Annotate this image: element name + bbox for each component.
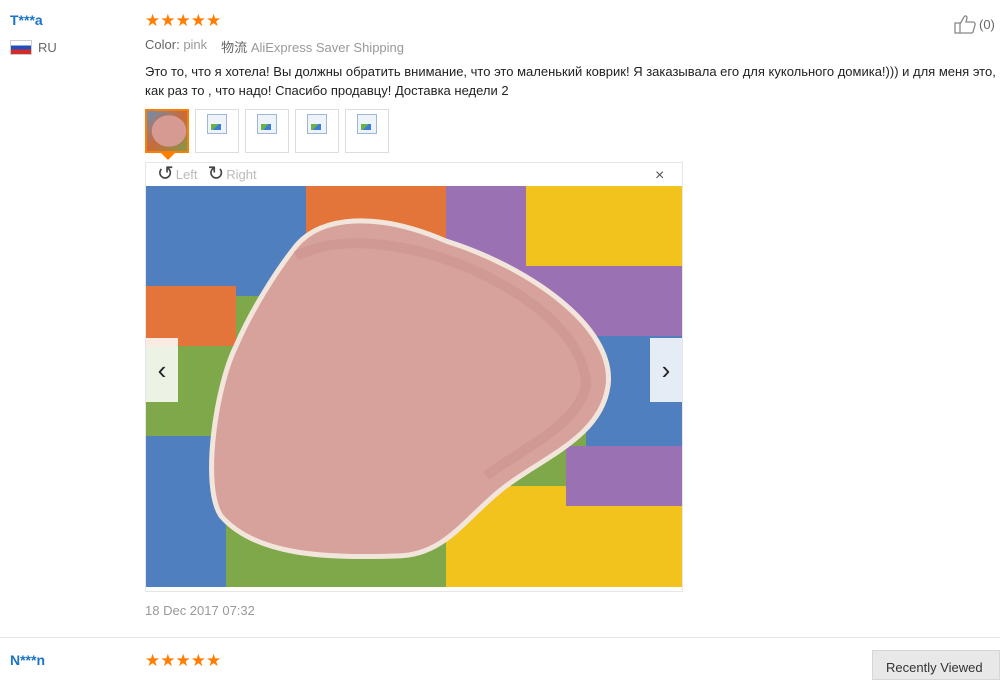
helpful-count: (0) — [979, 16, 995, 32]
chevron-left-icon: ‹ — [157, 354, 167, 385]
active-thumbnail-pointer — [161, 153, 175, 160]
review-date: 18 Dec 2017 07:32 — [145, 603, 255, 618]
review-text: Это то, что я хотела! Вы должны обратить… — [145, 64, 996, 98]
recently-viewed-button[interactable]: Recently Viewed — [872, 650, 1000, 680]
chevron-right-icon: › — [661, 354, 671, 385]
shipping-value: AliExpress Saver Shipping — [250, 40, 405, 55]
review-divider — [0, 637, 1000, 638]
star-icon: ★ — [145, 651, 161, 670]
rotate-left-button[interactable]: ↺ Left — [157, 164, 197, 184]
star-icon: ★ — [175, 11, 191, 30]
next-photo-button[interactable]: › — [650, 338, 682, 402]
color-info: Color: pink — [145, 37, 207, 56]
review-thumbnails — [145, 109, 389, 153]
rotate-left-icon: ↺ — [157, 163, 174, 185]
color-value: pink — [183, 37, 208, 52]
previous-photo-button[interactable]: ‹ — [146, 338, 178, 402]
rotate-left-label: Left — [175, 166, 198, 182]
reviewer-name[interactable]: N***n — [10, 652, 45, 668]
reviewer-name[interactable]: T***a — [10, 12, 43, 28]
close-icon: × — [655, 167, 665, 184]
star-icon: ★ — [160, 651, 176, 670]
broken-image-icon — [357, 114, 377, 134]
star-icon: ★ — [206, 651, 222, 670]
close-viewer-button[interactable]: × — [655, 167, 664, 185]
rating-stars: ★ ★ ★ ★ ★ — [145, 651, 221, 671]
reviewer-country: RU — [10, 40, 57, 55]
helpful-button[interactable]: (0) — [953, 14, 995, 34]
shipping-info: 物流 AliExpress Saver Shipping — [221, 37, 404, 56]
broken-image-icon — [207, 114, 227, 134]
review-photo-thumbnail[interactable] — [245, 109, 289, 153]
star-icon: ★ — [190, 651, 206, 670]
review-photo-thumbnail[interactable] — [145, 109, 189, 153]
rotate-right-icon: ↻ — [207, 163, 225, 185]
star-icon: ★ — [190, 11, 206, 30]
review-photo — [146, 186, 682, 587]
broken-image-icon — [307, 114, 327, 134]
viewer-toolbar: ↺ Left ↻ Right — [157, 164, 257, 184]
color-label: Color: — [145, 37, 180, 52]
review-photo-image — [146, 186, 682, 587]
thumbs-up-icon — [954, 15, 976, 34]
star-icon: ★ — [160, 11, 176, 30]
review-photo-thumbnail[interactable] — [345, 109, 389, 153]
review-photo-thumbnail[interactable] — [295, 109, 339, 153]
review-photo-thumbnail[interactable] — [195, 109, 239, 153]
broken-image-icon — [257, 114, 277, 134]
order-info: Color: pink 物流 AliExpress Saver Shipping — [145, 37, 404, 56]
rating-stars: ★ ★ ★ ★ ★ — [145, 11, 221, 31]
rotate-right-label: Right — [226, 166, 257, 182]
rotate-right-button[interactable]: ↻ Right — [207, 164, 256, 184]
star-icon: ★ — [206, 11, 222, 30]
shipping-label: 物流 — [221, 40, 248, 55]
country-code: RU — [38, 40, 57, 55]
russia-flag-icon — [10, 40, 32, 55]
star-icon: ★ — [145, 11, 161, 30]
star-icon: ★ — [175, 651, 191, 670]
